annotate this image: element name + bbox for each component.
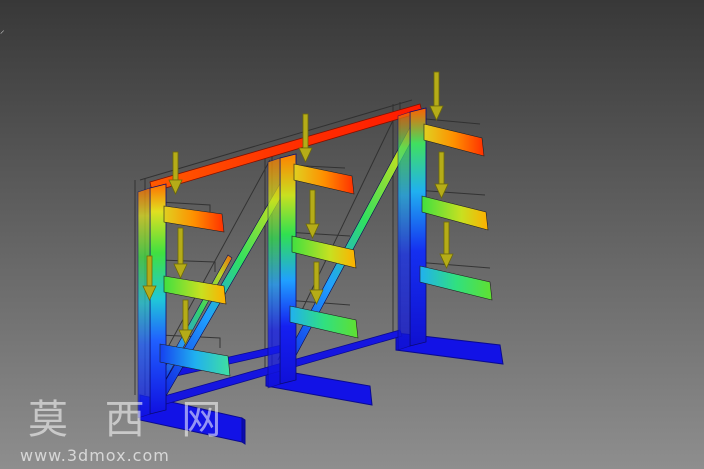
3d-viewport[interactable]: ⸝ 莫 西 网 www.3dmox.com — [0, 0, 704, 469]
watermark-text: 莫 西 网 — [28, 397, 234, 443]
column-1 — [137, 183, 167, 419]
watermark-url: www.3dmox.com — [20, 446, 170, 465]
column-3 — [397, 107, 427, 351]
corner-glyph: ⸝ — [0, 26, 5, 36]
column-2 — [267, 153, 297, 389]
